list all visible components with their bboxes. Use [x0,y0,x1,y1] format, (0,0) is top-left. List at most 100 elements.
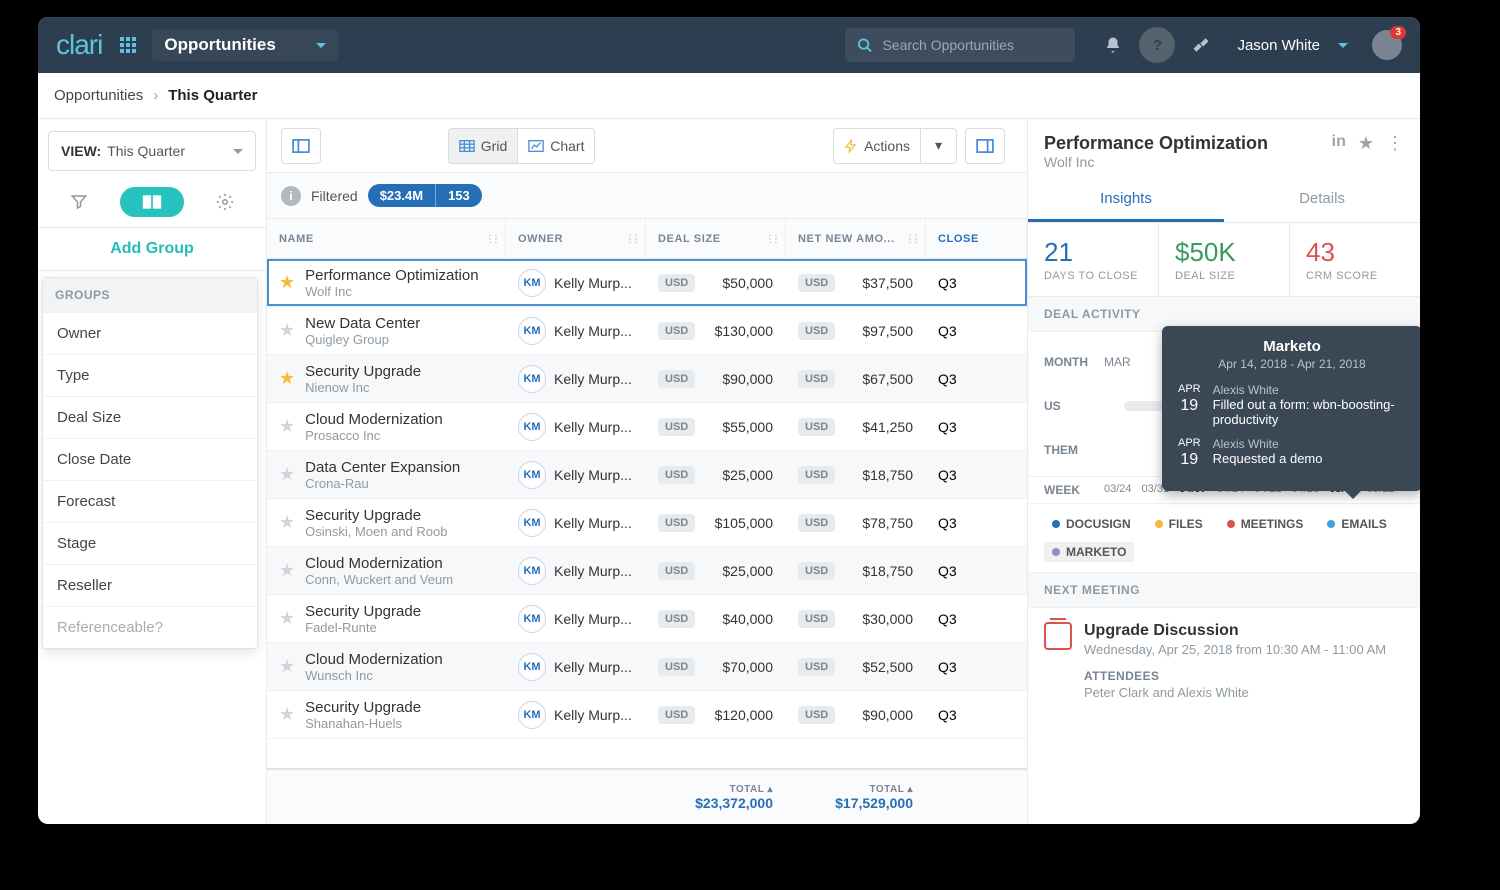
star-icon[interactable]: ★ [1358,133,1374,170]
content: VIEW: This Quarter Add Group GROUPS Owne… [38,119,1420,824]
col-close[interactable]: CLOSE [926,219,1027,258]
col-net-new[interactable]: NET NEW AMO... [786,219,926,258]
tab-details[interactable]: Details [1224,178,1420,222]
info-icon[interactable]: i [281,186,301,206]
legend-item[interactable]: MARKETO [1044,542,1134,562]
table-row[interactable]: ★Security UpgradeFadel-Runte KMKelly Mur… [267,595,1027,643]
group-item[interactable]: Owner [43,312,257,354]
owner-avatar: KM [518,317,546,345]
star-icon[interactable]: ★ [279,608,295,629]
more-icon[interactable]: ⋮ [1386,133,1404,170]
group-item[interactable]: Referenceable? [43,606,257,648]
legend-item[interactable]: MEETINGS [1219,514,1312,534]
module-selector[interactable]: Opportunities [152,29,337,61]
left-panel-toggle[interactable] [281,128,321,164]
star-icon[interactable]: ★ [279,656,295,677]
star-icon[interactable]: ★ [279,512,295,533]
deal-name: New Data Center [305,315,420,332]
table-row[interactable]: ★Cloud ModernizationProsacco Inc KMKelly… [267,403,1027,451]
legend-item[interactable]: DOCUSIGN [1044,514,1139,534]
star-icon[interactable]: ★ [279,272,295,293]
detail-company: Wolf Inc [1044,154,1332,170]
tools-icon[interactable] [1183,27,1219,63]
col-owner[interactable]: OWNER [506,219,646,258]
sidebar: VIEW: This Quarter Add Group GROUPS Owne… [38,119,267,824]
notifications-icon[interactable] [1095,27,1131,63]
search-bar[interactable] [845,28,1075,62]
view-selector[interactable]: VIEW: This Quarter [48,131,256,171]
close-quarter: Q3 [926,355,1027,402]
add-group-button[interactable]: Add Group [38,227,266,271]
col-deal-size[interactable]: DEAL SIZE [646,219,786,258]
table-row[interactable]: ★Security UpgradeShanahan-Huels KMKelly … [267,691,1027,739]
owner-name: Kelly Murp... [554,611,632,627]
search-icon [857,37,872,53]
owner-name: Kelly Murp... [554,515,632,531]
detail-panel: Performance Optimization Wolf Inc in ★ ⋮… [1028,119,1420,824]
net-amount: $18,750 [845,563,913,579]
breadcrumb-current: This Quarter [168,87,257,104]
col-name[interactable]: NAME [267,219,506,258]
table-row[interactable]: ★Security UpgradeNienow Inc KMKelly Murp… [267,355,1027,403]
table-row[interactable]: ★Security UpgradeOsinski, Moen and Roob … [267,499,1027,547]
company-name: Fadel-Runte [305,620,421,635]
search-input[interactable] [882,37,1063,53]
group-item[interactable]: Forecast [43,480,257,522]
group-item[interactable]: Type [43,354,257,396]
breadcrumb-root[interactable]: Opportunities [54,87,143,104]
currency-badge: USD [798,658,835,676]
week-tick: 03/24 [1104,483,1132,497]
apps-switcher-icon[interactable] [120,37,142,53]
main: Grid Chart Actions ▾ i Filtered $23.4M 1… [267,119,1028,824]
group-item[interactable]: Stage [43,522,257,564]
deal-amount: $55,000 [705,419,773,435]
legend-item[interactable]: FILES [1147,514,1211,534]
star-icon[interactable]: ★ [279,368,295,389]
deal-name: Security Upgrade [305,507,447,524]
linkedin-icon[interactable]: in [1332,133,1346,170]
table-footer: TOTAL ▴$23,372,000 TOTAL ▴$17,529,000 [267,768,1027,824]
user-menu[interactable]: Jason White [1223,37,1362,54]
right-panel-toggle[interactable] [965,128,1005,164]
owner-avatar: KM [518,605,546,633]
chart-view-button[interactable]: Chart [518,128,595,164]
company-name: Shanahan-Huels [305,716,421,731]
main-toolbar: Grid Chart Actions ▾ [267,119,1027,173]
currency-badge: USD [658,610,695,628]
actions-button[interactable]: Actions [833,128,921,164]
owner-avatar: KM [518,413,546,441]
currency-badge: USD [658,514,695,532]
net-amount: $37,500 [845,275,913,291]
net-amount: $30,000 [845,611,913,627]
currency-badge: USD [798,706,835,724]
table-row[interactable]: ★Performance OptimizationWolf Inc KMKell… [267,259,1027,307]
net-amount: $90,000 [845,707,913,723]
group-toggle[interactable] [120,187,184,217]
group-item[interactable]: Deal Size [43,396,257,438]
filter-icon[interactable] [61,187,97,217]
next-meeting[interactable]: Upgrade Discussion Wednesday, Apr 25, 20… [1028,608,1420,714]
settings-icon[interactable] [207,187,243,217]
grid-view-button[interactable]: Grid [448,128,518,164]
legend-item[interactable]: EMAILS [1319,514,1394,534]
group-item[interactable]: Close Date [43,438,257,480]
table-row[interactable]: ★Cloud ModernizationWunsch Inc KMKelly M… [267,643,1027,691]
tab-insights[interactable]: Insights [1028,178,1224,222]
star-icon[interactable]: ★ [279,416,295,437]
table-row[interactable]: ★New Data CenterQuigley Group KMKelly Mu… [267,307,1027,355]
owner-name: Kelly Murp... [554,467,632,483]
net-amount: $41,250 [845,419,913,435]
actions-dropdown[interactable]: ▾ [921,128,957,164]
star-icon[interactable]: ★ [279,704,295,725]
owner-name: Kelly Murp... [554,563,632,579]
star-icon[interactable]: ★ [279,464,295,485]
star-icon[interactable]: ★ [279,320,295,341]
filter-pill[interactable]: $23.4M 153 [368,184,482,207]
help-icon[interactable]: ? [1139,27,1175,63]
star-icon[interactable]: ★ [279,560,295,581]
table-row[interactable]: ★Cloud ModernizationConn, Wuckert and Ve… [267,547,1027,595]
table-row[interactable]: ★Data Center ExpansionCrona-Rau KMKelly … [267,451,1027,499]
currency-badge: USD [658,466,695,484]
user-avatar[interactable]: 3 [1372,30,1402,60]
group-item[interactable]: Reseller [43,564,257,606]
